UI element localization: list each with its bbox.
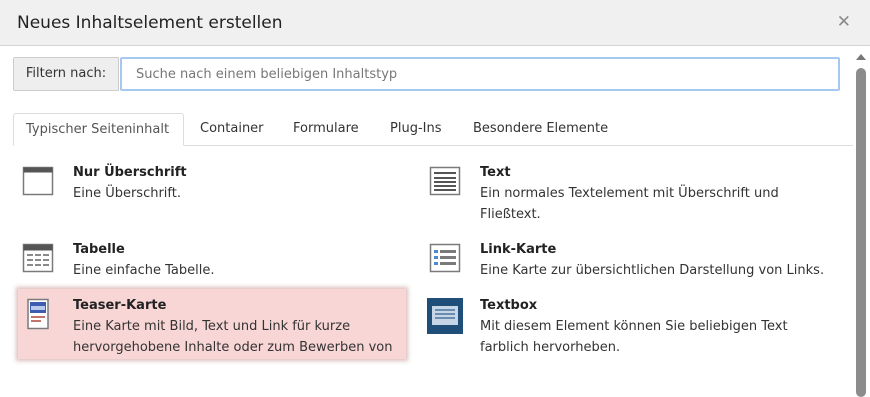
content-item-textbox[interactable]: Textbox Mit diesem Element können Sie be… [427, 298, 837, 358]
item-description: Eine Karte zur übersichtlichen Darstellu… [480, 263, 825, 278]
item-title: Tabelle [73, 242, 125, 257]
item-title: Teaser-Karte [73, 298, 167, 313]
tab-besondere-elemente[interactable]: Besondere Elemente [461, 113, 620, 145]
tab-formulare[interactable]: Formulare [281, 113, 371, 145]
content-item-link-karte[interactable]: Link-Karte Eine Karte zur übersichtliche… [429, 242, 839, 287]
scrollbar-thumb[interactable] [856, 68, 866, 397]
tab-container[interactable]: Container [188, 113, 276, 145]
item-title: Nur Überschrift [73, 165, 187, 180]
textbox-icon [427, 298, 463, 334]
filter-group: Filtern nach: [13, 57, 840, 91]
scroll-up-icon[interactable] [856, 54, 866, 60]
item-title: Text [480, 165, 511, 180]
scrollbar[interactable] [853, 48, 870, 397]
item-title: Link-Karte [480, 242, 557, 257]
content-item-teaser-karte[interactable]: Teaser-Karte Eine Karte mit Bild, Text u… [22, 298, 402, 358]
item-title: Textbox [480, 298, 538, 313]
table-icon [22, 242, 54, 274]
header-only-icon [22, 165, 54, 197]
tab-plug-ins[interactable]: Plug-Ins [378, 113, 453, 145]
tab-bar: Typischer Seiteninhalt Container Formula… [13, 113, 853, 146]
content-item-nur-ueberschrift[interactable]: Nur Überschrift Eine Überschrift. [22, 165, 402, 210]
item-description: Eine Karte mit Bild, Text und Link für k… [73, 319, 393, 355]
text-icon [429, 165, 461, 197]
filter-label: Filtern nach: [13, 57, 119, 91]
dialog-header: Neues Inhaltselement erstellen ✕ [0, 0, 870, 46]
item-description: Mit diesem Element können Sie beliebigen… [480, 319, 788, 355]
content-item-text[interactable]: Text Ein normales Textelement mit Übersc… [429, 165, 839, 225]
dialog-title: Neues Inhaltselement erstellen [17, 13, 283, 33]
search-input[interactable] [120, 57, 840, 91]
item-description: Ein normales Textelement mit Überschrift… [480, 186, 779, 222]
link-card-icon [429, 242, 461, 274]
teaser-card-icon [22, 298, 54, 330]
content-item-tabelle[interactable]: Tabelle Eine einfache Tabelle. [22, 242, 402, 287]
tab-typischer-seiteninhalt[interactable]: Typischer Seiteninhalt [13, 113, 184, 146]
item-description: Eine Überschrift. [73, 186, 181, 201]
close-icon[interactable]: ✕ [837, 12, 851, 32]
item-description: Eine einfache Tabelle. [73, 263, 215, 278]
